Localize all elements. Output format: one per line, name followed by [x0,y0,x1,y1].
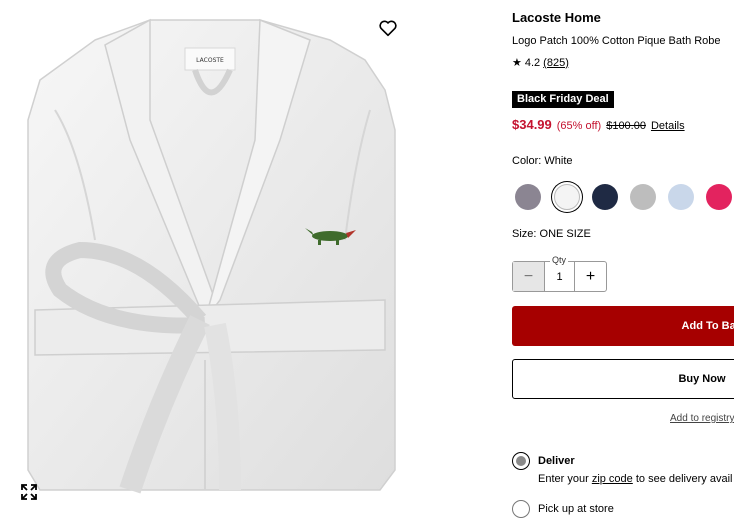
zip-code-link[interactable]: zip code [592,473,633,485]
quantity-value[interactable]: 1 [545,262,574,291]
product-name: Logo Patch 100% Cotton Pique Bath Robe [512,35,721,47]
rating-count-link[interactable]: (825) [543,57,569,69]
star-icon: ★ [512,57,522,69]
quantity-stepper: − 1 + [512,261,607,292]
deliver-note-suffix: to see delivery avail [632,473,733,485]
quantity-label: Qty [550,255,569,265]
original-price: $100.00 [606,120,646,132]
rating: ★ 4.2 (825) [512,56,569,70]
pickup-label: Pick up at store [538,503,614,515]
deliver-note-prefix: Enter your [538,473,592,485]
buy-now-button[interactable]: Buy Now [512,359,734,399]
heart-icon[interactable] [377,17,399,39]
neck-label-text: LACOSTE [196,57,224,64]
rating-value: 4.2 [524,56,541,69]
increment-button[interactable]: + [574,262,606,291]
add-to-bag-button[interactable]: Add To Bag [512,306,734,346]
sale-price: $34.99 [512,117,552,132]
size-label: Size: ONE SIZE [512,228,591,240]
swatch-gray-mauve[interactable] [515,184,541,210]
deal-badge: Black Friday Deal [512,91,614,108]
swatch-light-blue[interactable] [668,184,694,210]
add-to-registry-link[interactable]: Add to registry [670,413,734,424]
color-label: Color: White [512,155,573,167]
swatch-white[interactable] [554,184,580,210]
price-row: $34.99 (65% off) $100.00 Details [512,117,685,132]
brand-name[interactable]: Lacoste Home [512,10,601,25]
swatch-pink[interactable] [706,184,732,210]
discount-percent: (65% off) [556,120,602,132]
deliver-radio[interactable] [512,452,530,470]
swatch-navy[interactable] [592,184,618,210]
swatch-heather-gray[interactable] [630,184,656,210]
bathrobe-image: LACOSTE [27,18,396,494]
expand-icon[interactable] [20,483,38,501]
decrement-button[interactable]: − [513,262,545,291]
deliver-note: Enter your zip code to see delivery avai… [538,473,732,485]
product-image: LACOSTE [0,0,500,514]
deliver-label: Deliver [538,455,575,467]
pickup-radio[interactable] [512,500,530,518]
details-link[interactable]: Details [651,120,685,132]
